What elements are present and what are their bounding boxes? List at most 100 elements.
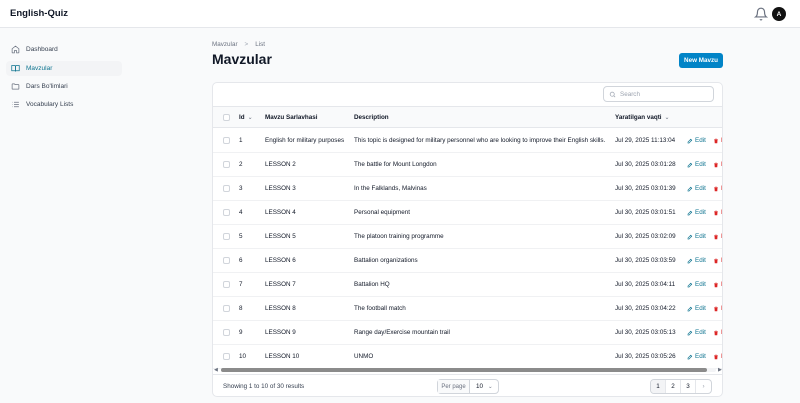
cell-id: 2 [239, 161, 243, 168]
cell-id: 5 [239, 233, 243, 240]
sidebar-item-mavzular[interactable]: Mavzular [6, 61, 122, 76]
row-checkbox[interactable] [223, 281, 230, 288]
trash-icon [714, 354, 718, 359]
per-page-value: 10 [476, 383, 484, 390]
chevron-down-icon: ⌄ [488, 383, 493, 390]
delete-button[interactable]: Delete [713, 305, 722, 312]
cell-id: 7 [239, 281, 243, 288]
row-checkbox[interactable] [223, 233, 230, 240]
scroll-right-icon[interactable]: ▶ [718, 367, 722, 373]
cell-title: LESSON 5 [265, 233, 296, 240]
page-button-3[interactable]: 3 [681, 380, 696, 393]
chevron-right-icon: > [244, 41, 249, 48]
table-row: 6 LESSON 6 Battalion organizations Jul 30, … [213, 249, 722, 273]
scroll-left-icon[interactable]: ◀ [214, 367, 218, 373]
column-id[interactable]: Id ⌄ [239, 114, 253, 121]
edit-icon [687, 330, 693, 335]
edit-button[interactable]: Edit [687, 305, 706, 312]
sidebar-item-dashboard[interactable]: Dashboard [6, 42, 122, 57]
trash-icon [714, 210, 718, 215]
delete-button[interactable]: Delete [713, 161, 722, 168]
delete-button[interactable]: Delete [713, 185, 722, 192]
delete-button[interactable]: Delete [713, 233, 722, 240]
edit-button[interactable]: Edit [687, 137, 706, 144]
row-checkbox[interactable] [223, 329, 230, 336]
row-checkbox[interactable] [223, 305, 230, 312]
cell-title: English for military purposes [265, 137, 345, 144]
trash-icon [714, 330, 718, 335]
cell-description: Battalion organizations [354, 257, 418, 264]
pagination: 1 2 3 › [650, 379, 712, 394]
sidebar-item-label: Dashboard [26, 46, 58, 53]
scrollbar-thumb[interactable] [221, 368, 707, 372]
delete-button[interactable]: Delete [713, 137, 722, 144]
cell-created: Jul 30, 2025 03:01:51 [615, 209, 676, 216]
trash-icon [714, 138, 718, 143]
cell-title: LESSON 9 [265, 329, 296, 336]
search-input[interactable] [620, 90, 705, 98]
cell-description: In the Falklands, Malvinas [354, 185, 427, 192]
edit-icon [687, 234, 693, 239]
edit-button[interactable]: Edit [687, 329, 706, 336]
cell-created: Jul 30, 2025 03:03:59 [615, 257, 676, 264]
cell-created: Jul 29, 2025 11:13:04 [615, 137, 676, 144]
cell-created: Jul 30, 2025 03:01:39 [615, 185, 676, 192]
page-title: Mavzular [212, 51, 272, 67]
row-checkbox[interactable] [223, 161, 230, 168]
cell-id: 3 [239, 185, 243, 192]
list-icon [12, 101, 19, 108]
edit-button[interactable]: Edit [687, 353, 706, 360]
delete-button[interactable]: Delete [713, 281, 722, 288]
cell-description: Personal equipment [354, 209, 411, 216]
delete-button[interactable]: Delete [713, 209, 722, 216]
search-icon [609, 91, 616, 97]
per-page-select[interactable]: Per page 10 ⌄ [437, 379, 499, 394]
select-all-checkbox[interactable] [223, 114, 230, 121]
row-checkbox[interactable] [223, 209, 230, 216]
edit-button[interactable]: Edit [687, 281, 706, 288]
book-icon [11, 65, 20, 72]
edit-button[interactable]: Edit [687, 209, 706, 216]
next-page-button[interactable]: › [696, 380, 711, 393]
edit-button[interactable]: Edit [687, 161, 706, 168]
page-button-1[interactable]: 1 [651, 380, 666, 393]
trash-icon [714, 186, 718, 191]
row-checkbox[interactable] [223, 353, 230, 360]
table-row: 9 LESSON 9 Range day/Exercise mountain tra… [213, 321, 722, 345]
delete-button[interactable]: Delete [713, 329, 722, 336]
sidebar-item-vocabulary-lists[interactable]: Vocabulary Lists [6, 97, 122, 112]
breadcrumb-parent[interactable]: Mavzular [212, 41, 238, 48]
edit-button[interactable]: Edit [687, 233, 706, 240]
sidebar-item-label: Mavzular [26, 65, 53, 72]
delete-button[interactable]: Delete [713, 353, 722, 360]
column-created[interactable]: Yaratilgan vaqti ⌄ [615, 114, 670, 121]
page-button-2[interactable]: 2 [666, 380, 681, 393]
row-checkbox[interactable] [223, 185, 230, 192]
top-bar: English-Quiz A [0, 0, 800, 28]
cell-description: UNMO [354, 353, 374, 360]
cell-description: The battle for Mount Longdon [354, 161, 437, 168]
bell-icon[interactable] [754, 7, 768, 21]
table-card: Id⌄ Mavzu Sarlavhasi Description Yaratil… [212, 82, 723, 397]
trash-icon [714, 258, 718, 263]
app-title[interactable]: English-Quiz [10, 8, 68, 19]
cell-description: The football match [354, 305, 406, 312]
edit-icon [687, 282, 693, 287]
row-checkbox[interactable] [223, 257, 230, 264]
new-mavzu-button[interactable]: New Mavzu [679, 53, 723, 68]
edit-icon [687, 306, 693, 311]
edit-button[interactable]: Edit [687, 257, 706, 264]
sidebar-item-dars-bolimlari[interactable]: Dars Bo'limlari [6, 79, 122, 94]
per-page-label: Per page [438, 380, 470, 393]
horizontal-scrollbar[interactable]: ◀ ▶ [213, 367, 722, 373]
breadcrumb: Mavzular > List [212, 41, 265, 48]
avatar[interactable]: A [772, 7, 786, 21]
trash-icon [714, 306, 718, 311]
delete-button[interactable]: Delete [713, 257, 722, 264]
table-row: 3 LESSON 3 In the Falklands, Malvinas Jul 3… [213, 177, 722, 201]
cell-created: Jul 30, 2025 03:01:28 [615, 161, 676, 168]
row-checkbox[interactable] [223, 137, 230, 144]
cell-created: Jul 30, 2025 03:02:09 [615, 233, 676, 240]
table-row: 1 English for military purposes This topic… [213, 129, 722, 153]
edit-button[interactable]: Edit [687, 185, 706, 192]
